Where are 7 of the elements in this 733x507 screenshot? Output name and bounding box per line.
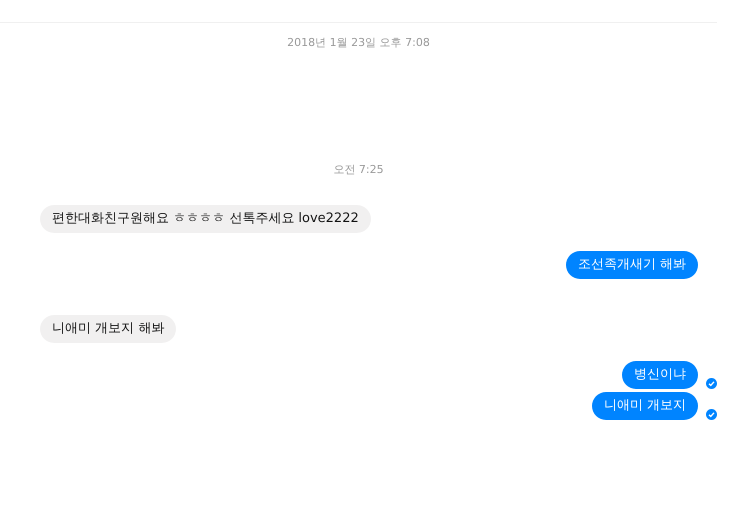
timestamp: 2018년 1월 23일 오후 7:08 [286, 36, 431, 50]
timestamp: 오전 7:25 [332, 163, 385, 177]
message-bubble: 병신이냐 [622, 361, 698, 389]
message-bubble: 니애미 개보지 해봐 [40, 315, 176, 343]
message-bubble: 편한대화친구원해요 ㅎㅎㅎㅎ 선톡주세요 love2222 [40, 205, 371, 233]
message-bubble: 니애미 개보지 [592, 392, 698, 420]
message-bubble: 조선족개새기 해봐 [566, 251, 698, 279]
